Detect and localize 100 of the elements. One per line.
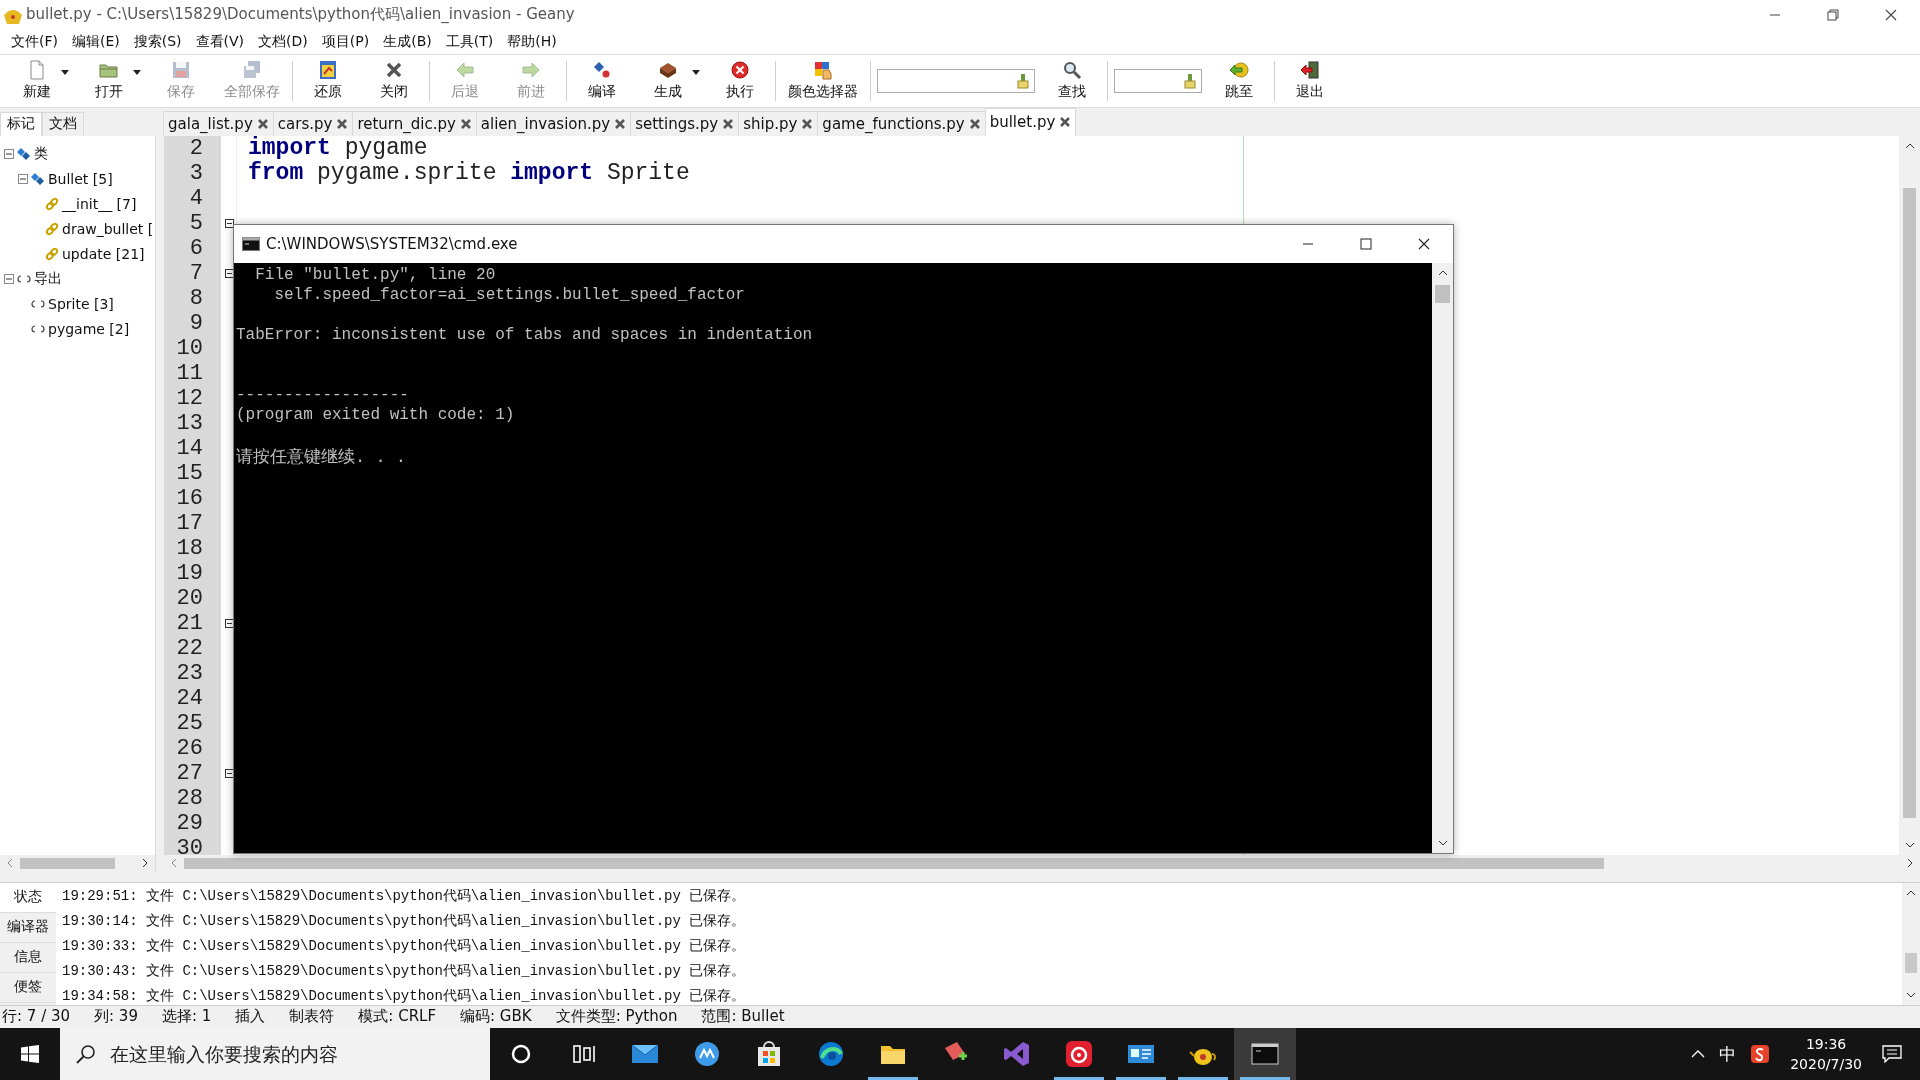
close-icon[interactable] [1059,116,1072,129]
page-icon [27,60,47,81]
collapse-icon[interactable] [4,274,14,285]
restore-icon [1827,8,1839,21]
brush-icon[interactable] [1016,72,1030,89]
menu-item[interactable]: 编辑(E) [65,32,127,51]
line-number: 27 [164,760,221,786]
close-icon[interactable] [459,117,472,130]
toolbar-button[interactable]: 编译 [573,57,631,104]
menu-item[interactable]: 查看(V) [188,32,252,51]
close-icon[interactable] [801,117,814,130]
scrollbar[interactable] [0,854,155,872]
wave-circle-icon [817,1040,845,1069]
menu-item[interactable]: 生成(B) [376,32,439,51]
tree-item[interactable]: 类 [34,145,48,164]
close-icon[interactable] [336,117,349,130]
scrollbar[interactable] [1902,882,1920,1005]
line-number: 3 [164,160,221,186]
scrollbar[interactable] [1432,263,1453,853]
text-field[interactable] [877,68,1035,93]
tab-label[interactable]: return_dic.py [357,114,456,133]
panel-tab[interactable]: 标记 [0,111,42,136]
line-number: 16 [164,485,221,511]
panel-tab[interactable]: 编译器 [0,912,56,943]
window-title: bullet.py - C:\Users\15829\Documents\python代码\alien_invasion - Geany [26,5,575,25]
panel-tab[interactable]: 信息 [0,942,56,973]
toolbar-button[interactable]: 查找 [1043,57,1101,104]
toolbar-button[interactable]: 退出 [1281,57,1339,104]
toolbar-button[interactable]: 关闭 [365,57,423,104]
menu-item[interactable]: 工具(T) [438,32,501,51]
tab-label[interactable]: alien_invasion.py [480,114,611,133]
maximize-icon [1360,238,1372,250]
text-field[interactable] [1114,68,1202,93]
collapse-icon[interactable] [18,174,28,185]
menu-item[interactable]: 搜索(S) [126,32,189,51]
line-number: 10 [164,335,221,361]
close-icon[interactable] [614,117,627,130]
door-icon [1300,60,1320,81]
caret-icon [133,70,141,76]
brush-icon[interactable] [1183,72,1197,89]
toolbar-button[interactable]: 还原 [299,57,357,104]
input-app-icon[interactable] [1750,1044,1771,1065]
toolbar-button[interactable]: 生成 [639,57,697,104]
notification-icon[interactable] [1882,1045,1902,1064]
toolbar-button[interactable]: 执行 [711,57,769,104]
tab-label[interactable]: settings.py [635,114,719,133]
scrollbar-thumb[interactable] [1435,285,1450,303]
tab-label[interactable]: game_functions.py [822,114,965,133]
toolbar-button[interactable]: 跳至 [1210,57,1268,104]
caret-up-icon[interactable] [1691,1049,1706,1060]
panel-tab[interactable]: 状态 [0,882,56,913]
tab-label[interactable]: gala_list.py [168,114,253,133]
panel-tab[interactable]: 文档 [42,111,84,136]
tab-label[interactable]: ship.py [743,114,798,133]
toolbar-button[interactable]: 打开 [80,57,138,104]
scrollbar-thumb[interactable] [184,857,1604,869]
tab-label[interactable]: bullet.py [989,113,1056,132]
input-method-indicator[interactable]: 中 [1719,1042,1737,1066]
line-number: 9 [164,310,221,336]
link-icon [45,222,59,237]
close-icon[interactable] [722,117,735,130]
taskbar-button[interactable] [1234,1028,1296,1080]
tree-item[interactable]: Sprite [3] [48,296,114,313]
scrollbar-thumb[interactable] [20,857,115,869]
fold-icon[interactable] [224,218,234,228]
tree-item[interactable]: draw_bullet [ [62,221,154,238]
status-item: 编码: GBK [460,1007,532,1027]
file-tab[interactable]: gala_list.py [163,110,274,136]
tab-label[interactable]: cars.py [277,114,333,133]
menu-item[interactable]: 项目(P) [314,32,377,51]
line-number: 5 [164,210,221,236]
panel-tab[interactable]: 便签 [0,972,56,1003]
clock[interactable]: 19:36 2020/7/30 [1784,1034,1868,1075]
file-tab[interactable]: return_dic.py [352,110,477,136]
scrollbar-thumb[interactable] [1905,952,1917,973]
file-tab[interactable]: game_functions.py [817,110,986,136]
tree-item[interactable]: 导出 [34,270,62,289]
link-icon [45,247,59,262]
tree-item[interactable]: Bullet [5] [48,171,113,188]
search-field[interactable]: 在这里输入你要搜索的内容 [60,1028,490,1080]
file-tab[interactable]: bullet.py [984,107,1077,136]
scrollbar[interactable] [164,854,1920,872]
toolbar-button[interactable]: 新建 [8,57,66,104]
menu-item[interactable]: 帮助(H) [500,32,564,51]
line-number: 24 [164,685,221,711]
tree-item[interactable]: update [21] [62,246,145,263]
toolbar-button[interactable]: 颜色选择器 [782,57,864,104]
collapse-icon[interactable] [4,149,14,160]
tree-item[interactable]: pygame [2] [48,321,130,338]
line-number: 19 [164,560,221,586]
close-icon[interactable] [968,117,981,130]
class-icon [31,172,45,187]
menu-item[interactable]: 文档(D) [251,32,315,51]
window-title: C:\WINDOWS\SYSTEM32\cmd.exe [266,235,518,253]
scrollbar-thumb[interactable] [1903,187,1916,818]
menu-item[interactable]: 文件(F) [4,32,65,51]
file-tab[interactable]: alien_invasion.py [475,110,632,136]
close-icon[interactable] [256,117,269,130]
line-number: 23 [164,660,221,686]
tree-item[interactable]: __init__ [7] [62,196,137,213]
